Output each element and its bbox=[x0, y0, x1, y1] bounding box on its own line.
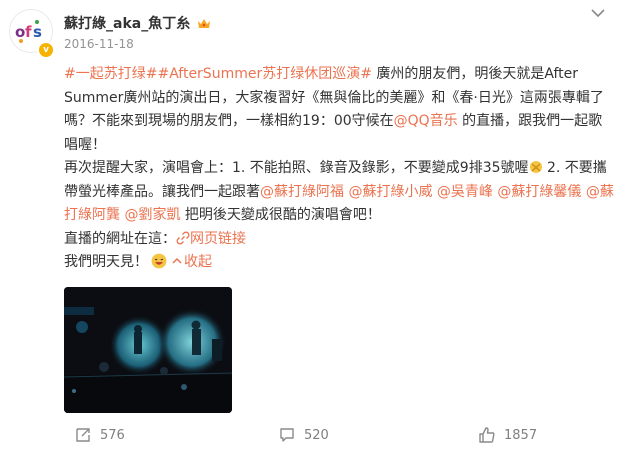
laughing-emoji-icon bbox=[151, 253, 167, 269]
link-icon bbox=[176, 231, 190, 244]
weibo-post-card: o f s v 蘇打綠_aka_魚丁糸 2016-11-18 #一起苏打绿##A… bbox=[0, 0, 627, 454]
paragraph-3: 直播的網址在這： 网页链接 bbox=[64, 228, 616, 252]
comment-icon bbox=[280, 428, 294, 442]
thumbs-up-icon bbox=[479, 427, 495, 443]
mention-xinyi[interactable]: @蘇打綠馨儀 bbox=[497, 184, 581, 200]
post-date[interactable]: 2016-11-18 bbox=[64, 37, 134, 51]
like-count: 1857 bbox=[504, 427, 538, 443]
paragraph-3-text: 直播的網址在這： bbox=[64, 230, 176, 247]
mention-wu-qingfeng[interactable]: @吳青峰 bbox=[437, 184, 493, 200]
collapse-label[interactable]: 收起 bbox=[184, 254, 212, 270]
comment-count: 520 bbox=[304, 427, 329, 443]
repost-count: 576 bbox=[100, 427, 125, 443]
username-text[interactable]: 蘇打綠_aka_魚丁糸 bbox=[64, 16, 190, 32]
paragraph-2: 再次提醒大家，演唱會上：1. 不能拍照、錄音及錄影，不要變成9排35號喔 2. … bbox=[64, 157, 616, 228]
concert-stage-image bbox=[64, 287, 232, 413]
paragraph-2-text-c: 把明後天變成很酷的演唱會吧！ bbox=[180, 207, 381, 223]
mention-xiaowei[interactable]: @蘇打綠小威 bbox=[348, 184, 432, 200]
paragraph-2-text-a: 再次提醒大家，演唱會上：1. 不能拍照、錄音及錄影，不要變成9排35號喔 bbox=[64, 160, 529, 176]
post-image[interactable] bbox=[64, 287, 232, 413]
web-link-label[interactable]: 网页链接 bbox=[190, 231, 246, 247]
like-button[interactable]: 1857 bbox=[478, 425, 537, 445]
more-chevron-icon[interactable] bbox=[588, 6, 608, 20]
no-emoji-icon bbox=[529, 161, 542, 173]
web-link[interactable]: 网页链接 bbox=[176, 231, 246, 247]
collapse-arrow-icon bbox=[172, 257, 182, 264]
paragraph-4-text: 我們明天見！ bbox=[64, 254, 148, 270]
repost-icon bbox=[76, 428, 90, 442]
post-content: #一起苏打绿##AfterSummer苏打绿休团巡演# 廣州的朋友們，明後天就是… bbox=[64, 63, 616, 275]
svg-text:f: f bbox=[25, 23, 32, 41]
mention-qq-music[interactable]: @QQ音乐 bbox=[394, 113, 458, 129]
paragraph-4: 我們明天見！ 收起 bbox=[64, 251, 616, 275]
mention-afu[interactable]: @蘇打綠阿福 bbox=[260, 184, 344, 200]
crown-icon bbox=[198, 19, 211, 28]
collapse-link[interactable]: 收起 bbox=[170, 254, 212, 270]
svg-text:s: s bbox=[33, 23, 42, 41]
repost-button[interactable]: 576 bbox=[74, 425, 125, 445]
paragraph-1: #一起苏打绿##AfterSummer苏打绿休团巡演# 廣州的朋友們，明後天就是… bbox=[64, 63, 616, 157]
mention-liu-jiakai[interactable]: @劉家凱 bbox=[124, 207, 180, 223]
svg-text:o: o bbox=[15, 23, 25, 41]
comment-button[interactable]: 520 bbox=[278, 425, 329, 445]
topic-link[interactable]: #一起苏打绿##AfterSummer苏打绿休团巡演# bbox=[64, 66, 372, 82]
verified-badge-icon: v bbox=[37, 41, 55, 59]
username[interactable]: 蘇打綠_aka_魚丁糸 bbox=[64, 13, 211, 33]
